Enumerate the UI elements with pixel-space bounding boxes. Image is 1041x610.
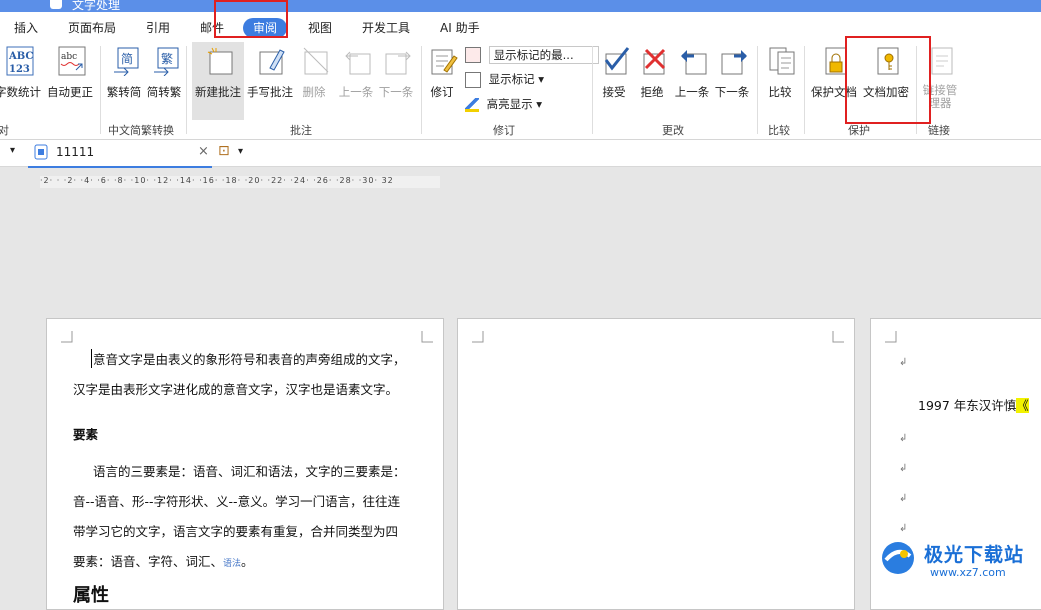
tab-insert[interactable]: 插入 [12, 18, 40, 38]
tab-list-chevron-icon[interactable]: ▾ [10, 145, 15, 156]
track-changes-button[interactable]: 修订 [416, 42, 468, 120]
document-tab[interactable]: 11111 × [28, 140, 212, 168]
close-icon[interactable]: × [198, 144, 209, 159]
group-changes-label: 更改 [662, 124, 684, 137]
paragraph-mark-icon: ↲ [899, 523, 908, 534]
compare-button[interactable]: 比较 [754, 42, 806, 120]
traditional-to-simplified-icon: 简 [114, 47, 139, 76]
aurora-logo-icon [882, 542, 914, 574]
tab-developer[interactable]: 开发工具 [360, 18, 412, 38]
paragraph-mark-icon: ↲ [899, 493, 908, 504]
new-comment-icon [207, 47, 233, 75]
prev-comment-icon [345, 51, 371, 75]
revision-mark: 语法 [223, 559, 242, 569]
app-title: 文字处理 [72, 0, 121, 12]
group-comment-label: 批注 [290, 124, 312, 137]
annotation-box-encrypt [845, 36, 931, 124]
highlight-display-dropdown[interactable]: 高亮显示 ▾ [465, 94, 542, 114]
simplified-to-traditional-icon: 繁 [154, 47, 179, 76]
page-corner-mark [472, 331, 484, 343]
paragraph-mark-icon: ↲ [899, 357, 908, 368]
highlighted-text: 《 [1016, 398, 1029, 413]
display-mode-select[interactable]: 显示标记的最... [488, 45, 599, 64]
markup-compare-icon [465, 46, 481, 63]
markup-display-row: 显示标记的最... [465, 44, 599, 64]
paragraph-line: 要素：语音、字符、词汇、语法。 [73, 554, 254, 569]
document-tab-title: 11111 [56, 145, 95, 159]
section-heading: 要素 [73, 427, 99, 442]
tab-page-layout[interactable]: 页面布局 [66, 18, 118, 38]
title-bar: 文字处理 [0, 0, 1041, 12]
svg-text:ABC: ABC [8, 51, 33, 62]
page-corner-mark [421, 331, 433, 343]
word-count-button[interactable]: ABC 123 字数统计 [0, 42, 44, 120]
paragraph-line: 意音文字是由表义的象形符号和表音的声旁组成的文字， [91, 349, 406, 368]
group-link-label: 链接 [928, 124, 950, 137]
reject-icon [643, 48, 666, 75]
paragraph-line: 汉字是由表形文字进化成的意音文字，汉字也是语素文字。 [73, 382, 399, 397]
show-markup-dropdown[interactable]: 显示标记 ▾ [465, 69, 544, 89]
document-icon [34, 144, 48, 160]
paragraph-line: 1997 年东汉许慎《 [918, 398, 1029, 413]
compare-icon [769, 47, 795, 75]
track-changes-icon [431, 49, 458, 75]
paragraph-mark-icon: ↲ [899, 433, 908, 444]
page-corner-mark [885, 331, 897, 343]
paragraph-line: 语言的三要素是：语音、词汇和语法，文字的三要素是： [93, 464, 406, 479]
section-heading: 属性 [73, 585, 109, 606]
group-conversion-label: 中文简繁转换 [108, 124, 174, 137]
page-corner-mark [832, 331, 844, 343]
svg-text:繁: 繁 [161, 51, 173, 66]
next-comment-button[interactable]: 下一条 [370, 42, 422, 120]
highlighter-icon [465, 97, 479, 112]
document-page-2[interactable] [457, 318, 855, 610]
delete-comment-icon [303, 47, 329, 75]
document-page-1[interactable]: 意音文字是由表义的象形符号和表音的声旁组成的文字， 汉字是由表形文字进化成的意音… [46, 318, 444, 610]
tab-view[interactable]: 视图 [306, 18, 334, 38]
next-comment-icon [385, 51, 411, 75]
abc123-icon: ABC 123 [6, 46, 34, 76]
svg-text:简: 简 [121, 52, 133, 66]
link-manager-icon [931, 47, 953, 75]
group-compare-label: 比较 [768, 124, 790, 137]
paragraph-mark-icon: ↲ [899, 463, 908, 474]
page-corner-mark [61, 331, 73, 343]
new-comment-button[interactable]: 新建批注 [192, 42, 244, 120]
pen-comment-icon [259, 49, 285, 75]
watermark-url: www.xz7.com [930, 566, 1006, 579]
app-logo-icon [50, 0, 62, 9]
group-revision-label: 修订 [493, 124, 515, 137]
svg-text:123: 123 [9, 64, 30, 75]
new-tab-icon[interactable]: ⊡ [218, 143, 230, 159]
annotation-box-review-tab [214, 0, 288, 38]
horizontal-ruler[interactable]: ·2· · ·2· ·4· ·6· ·8· ·10· ·12· ·14· ·16… [40, 176, 440, 188]
new-tab-chevron-icon[interactable]: ▾ [238, 146, 243, 157]
to-traditional-button[interactable]: 繁 简转繁 [138, 42, 190, 120]
watermark-title: 极光下载站 [924, 544, 1025, 566]
document-tab-bar: ▾ 11111 × ⊡ ▾ [0, 140, 1041, 168]
paragraph-line: 音--语音、形--字符形状、义--意义。学习一门语言，往往连 [73, 494, 401, 509]
next-change-button[interactable]: 下一条 [706, 42, 758, 120]
prev-change-icon [681, 50, 707, 75]
watermark: 极光下载站 www.xz7.com [878, 538, 1038, 586]
svg-text:abc: abc [61, 52, 77, 62]
auto-correct-button[interactable]: abc 自动更正 [44, 42, 96, 120]
tab-references[interactable]: 引用 [144, 18, 172, 38]
group-proofing-label: 对 [0, 124, 9, 137]
tab-ai-assistant[interactable]: AI 助手 [438, 18, 482, 38]
show-markup-icon [465, 71, 481, 88]
group-protect-label: 保护 [848, 124, 870, 137]
paragraph-line: 带学习它的文字，语言文字的要素有重复，合并同类型为四 [73, 524, 399, 539]
next-change-icon [721, 50, 747, 75]
spellcheck-icon: abc [58, 46, 86, 76]
